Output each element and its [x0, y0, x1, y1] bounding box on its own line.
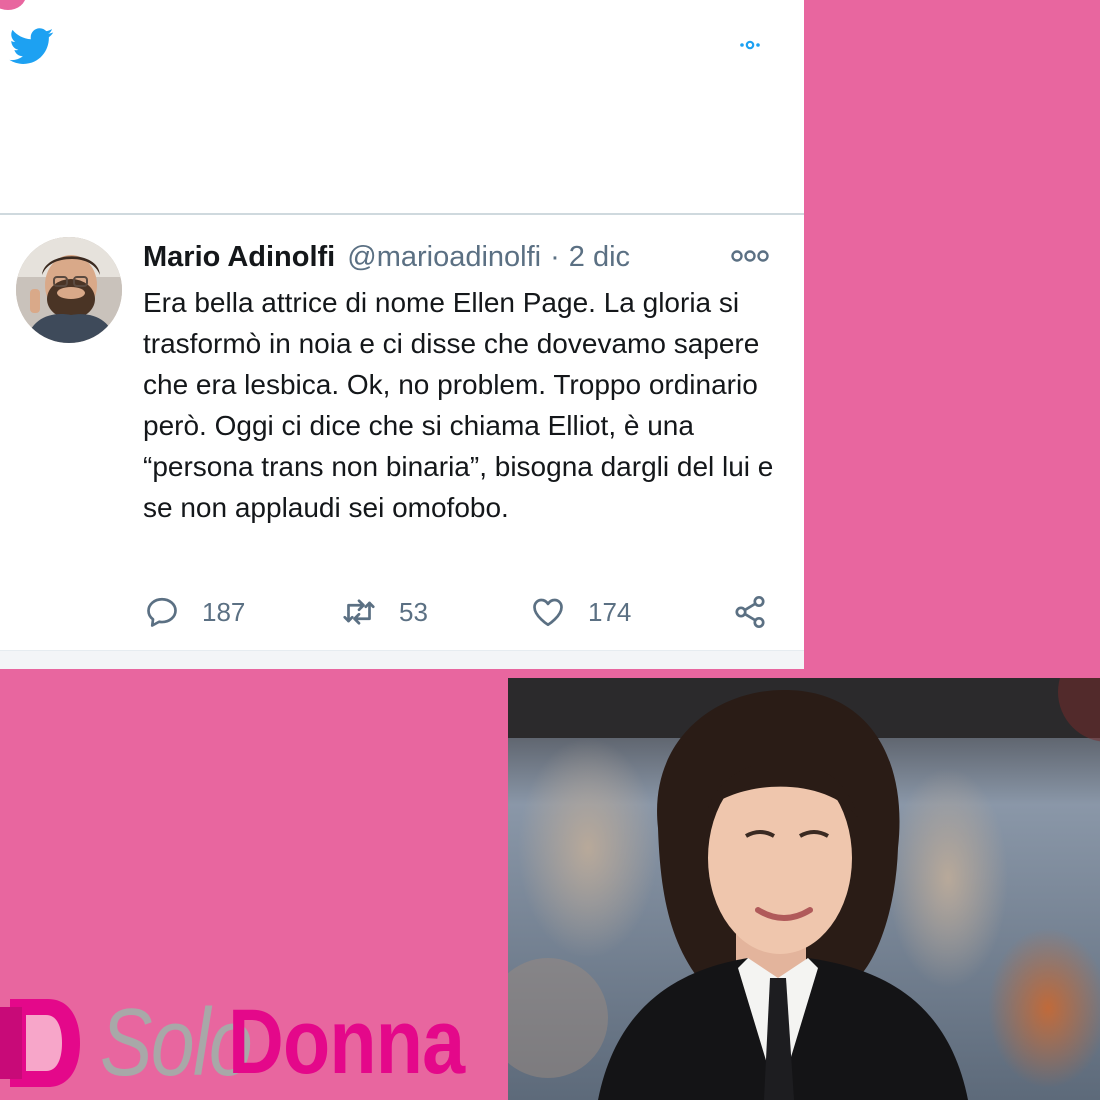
brand-logo: Solo Donna	[0, 985, 510, 1100]
tweet-header: Mario Adinolfi @marioadinolfi · 2 dic	[143, 237, 630, 277]
like-heart-icon	[533, 598, 563, 627]
reply-button[interactable]: 187	[144, 592, 245, 632]
tweet-text: Era bella attrice di nome Ellen Page. La…	[143, 287, 774, 523]
separator: ·	[550, 240, 560, 273]
like-button[interactable]: 174	[530, 592, 631, 632]
more-dots-icon[interactable]	[738, 38, 762, 52]
logo-mark-icon	[0, 999, 80, 1087]
logo-donna-text: Donna	[228, 991, 465, 1093]
like-count: 174	[588, 596, 632, 627]
author-name[interactable]: Mario Adinolfi	[143, 241, 335, 274]
reply-count: 187	[202, 596, 246, 627]
share-button[interactable]	[732, 592, 768, 632]
reply-icon	[147, 597, 177, 627]
twitter-header-card	[0, 0, 804, 213]
tweet-footer-divider	[0, 650, 804, 669]
more-options-icon[interactable]	[730, 249, 770, 263]
portrait-photo	[508, 678, 1100, 1100]
twitter-bird-icon[interactable]	[6, 24, 58, 68]
share-icon	[735, 595, 765, 629]
tweet-actions: 187 53 174	[0, 592, 804, 632]
avatar[interactable]	[16, 237, 122, 343]
tweet-date[interactable]: 2 dic	[569, 241, 630, 274]
logo-solo-text: Solo	[100, 988, 253, 1096]
retweet-button[interactable]: 53	[341, 592, 428, 632]
tweet-card[interactable]: Mario Adinolfi @marioadinolfi · 2 dic Er…	[0, 213, 804, 669]
avatar-edge	[0, 0, 26, 10]
retweet-icon	[343, 599, 375, 625]
author-handle[interactable]: @marioadinolfi	[347, 241, 541, 274]
logo-wordmark: Solo Donna	[100, 985, 509, 1100]
retweet-count: 53	[399, 596, 428, 627]
